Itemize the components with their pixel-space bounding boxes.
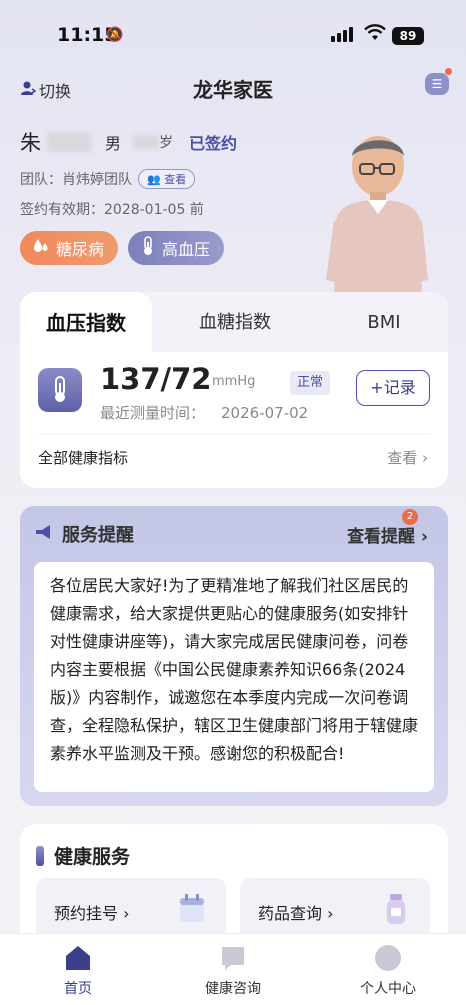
health-services-title: 健康服务 <box>54 846 131 868</box>
patient-gender: 男 <box>105 134 122 153</box>
wifi-icon <box>364 24 386 47</box>
view-all-metrics-link[interactable]: 查看 › <box>387 447 428 468</box>
message-dot <box>445 68 452 75</box>
health-services-header: 健康服务 <box>36 842 130 869</box>
medicine-query-label: 药品查询 › <box>258 904 334 923</box>
bp-unit: mmHg <box>212 374 256 389</box>
health-metrics-card: 血压指数 血糖指数 BMI 137/72 mmHg 正常 +记录 最近测量时间：… <box>20 292 448 488</box>
tag-hypertension[interactable]: 高血压 <box>128 231 225 265</box>
tag-label: 高血压 <box>162 240 211 259</box>
measure-time-row: 最近测量时间： 2026-07-02 <box>100 402 308 423</box>
status-bar: 11:15 🔕 89 <box>0 0 466 64</box>
age-redaction <box>133 135 160 149</box>
medicine-bottle-icon <box>382 892 410 926</box>
tag-label: 糖尿病 <box>56 240 105 259</box>
battery-indicator: 89 <box>392 27 424 45</box>
divider <box>38 434 430 435</box>
user-icon <box>374 944 402 972</box>
tab-home[interactable]: 首页 <box>28 942 128 998</box>
mute-icon: 🔕 <box>106 27 124 43</box>
tab-label: 首页 <box>64 981 92 997</box>
bp-status-badge: 正常 <box>290 371 331 395</box>
chevron-right-icon: › <box>420 527 428 547</box>
all-metrics-label[interactable]: 全部健康指标 <box>38 447 128 468</box>
metrics-tabs: 血压指数 血糖指数 BMI <box>20 292 448 352</box>
app-title: 龙华家医 <box>193 78 273 102</box>
team-row: 团队：肖炜婷团队 👥 查看 <box>20 169 320 189</box>
patient-age-suffix: 岁 <box>159 135 174 151</box>
name-redaction <box>47 132 91 152</box>
chevron-right-icon: › <box>422 449 428 467</box>
team-label: 团队：肖炜婷团队 <box>20 172 132 188</box>
team-people-icon: 👥 <box>147 173 161 186</box>
bp-value: 137/72 <box>100 362 212 396</box>
view-reminders-button[interactable]: 查看提醒 › <box>347 522 428 547</box>
service-reminder-header: 服务提醒 <box>34 521 134 547</box>
tag-diabetes[interactable]: 糖尿病 <box>20 231 119 265</box>
tab-blood-pressure[interactable]: 血压指数 <box>20 292 152 352</box>
profile-section: 朱 男 岁 已签约 团队：肖炜婷团队 👥 查看 签约有效期：2028-01-05… <box>20 125 320 265</box>
home-icon <box>64 944 92 972</box>
doctor-avatar <box>318 130 430 302</box>
view-label: 查看 <box>387 449 418 467</box>
team-view-button[interactable]: 👥 查看 <box>138 169 196 189</box>
service-reminder-title: 服务提醒 <box>62 525 134 546</box>
megaphone-icon <box>34 523 54 546</box>
add-record-button[interactable]: +记录 <box>356 370 430 406</box>
reminder-count-badge: 2 <box>402 509 418 525</box>
tab-blood-sugar[interactable]: 血糖指数 <box>170 292 300 352</box>
measure-date: 2026-07-02 <box>221 404 309 422</box>
service-reminder-card: 服务提醒 查看提醒 › 2 各位居民大家好!为了更精准地了解我们社区居民的健康需… <box>20 506 448 806</box>
tab-label: 健康咨询 <box>205 981 261 997</box>
tab-health-consult[interactable]: 健康咨询 <box>183 942 283 998</box>
sign-validity: 签约有效期：2028-01-05 前 <box>20 202 204 218</box>
drops-icon <box>32 237 50 259</box>
thermometer-icon <box>38 368 82 412</box>
disease-tags: 糖尿病 高血压 <box>20 231 320 265</box>
calendar-icon <box>178 892 206 926</box>
reminder-notice-text[interactable]: 各位居民大家好!为了更精准地了解我们社区居民的健康需求，给大家提供更贴心的健康服… <box>34 562 434 792</box>
sign-status: 已签约 <box>189 134 238 153</box>
patient-surname: 朱 <box>20 131 41 155</box>
appointment-label: 预约挂号 › <box>54 904 130 923</box>
section-marker <box>36 845 44 866</box>
chat-icon <box>219 944 247 972</box>
message-icon[interactable]: ☰ <box>425 73 449 95</box>
team-view-label: 查看 <box>164 173 187 186</box>
nav-bar: 切换 龙华家医 ☰ <box>0 68 466 108</box>
tab-label: 个人中心 <box>360 981 416 997</box>
view-reminders-label: 查看提醒 <box>347 527 416 547</box>
thermometer-icon <box>140 236 156 260</box>
signal-icon <box>331 27 353 42</box>
tab-profile[interactable]: 个人中心 <box>338 942 438 998</box>
bottom-tab-bar: 首页 健康咨询 个人中心 <box>0 933 466 1005</box>
measure-label: 最近测量时间： <box>100 404 206 422</box>
tab-bmi[interactable]: BMI <box>320 292 448 352</box>
